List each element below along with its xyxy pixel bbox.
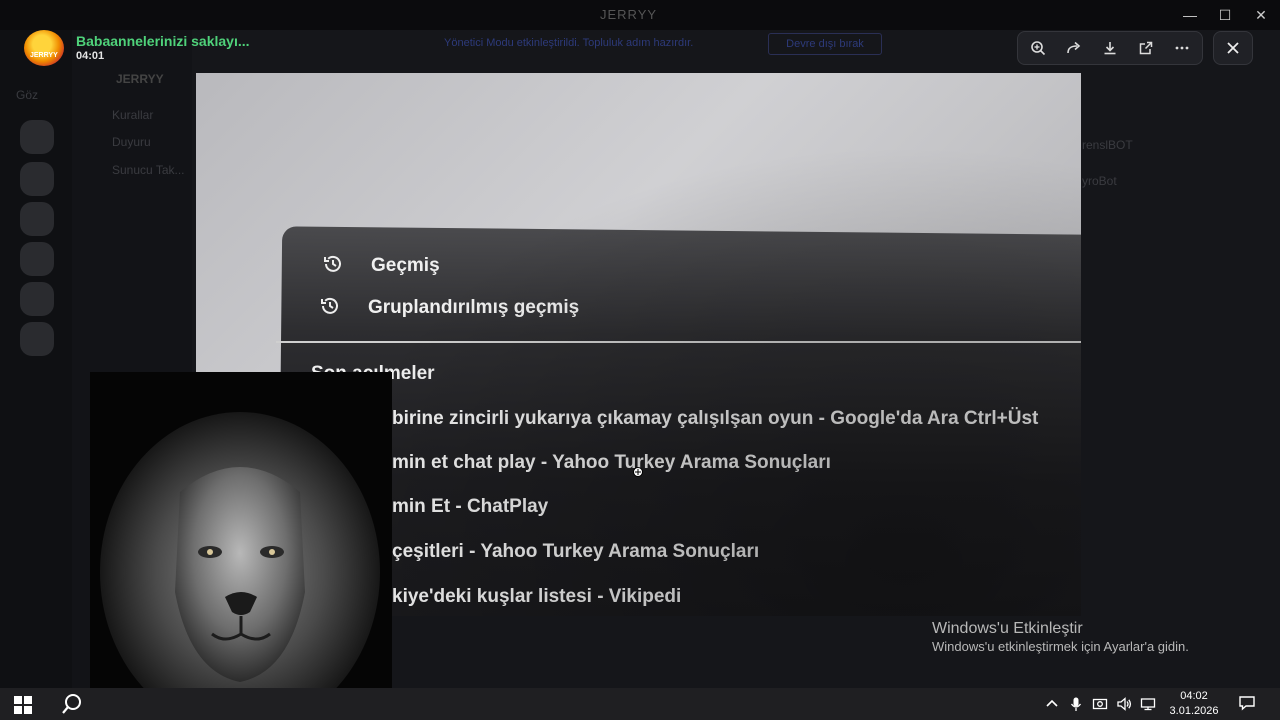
search-icon[interactable] <box>61 693 83 715</box>
channel-item[interactable]: Kurallar <box>112 108 153 122</box>
uploader-avatar[interactable] <box>24 30 64 66</box>
camera-icon[interactable] <box>1092 696 1108 712</box>
open-external-icon <box>1139 41 1153 55</box>
server-label: Göz <box>16 88 39 102</box>
window-close-button[interactable]: ✕ <box>1247 4 1275 26</box>
history-icon <box>324 255 341 272</box>
disable-button[interactable]: Devre dışı bırak <box>768 33 882 55</box>
recent-item: kiye'deki kuşlar listesi - Vikipedi <box>392 586 682 607</box>
menu-divider <box>276 341 1081 343</box>
history-icon <box>321 297 338 314</box>
zoom-icon <box>1031 41 1046 56</box>
recent-item: min et chat play - Yahoo Turkey Arama So… <box>392 452 831 473</box>
activation-title: Windows'u Etkinleştir <box>932 620 1083 637</box>
member-item[interactable]: yroBot <box>1082 174 1117 188</box>
admin-notice-text: Yönetici Modu etkinleştirildi. Topluluk … <box>444 37 694 49</box>
microphone-icon[interactable] <box>1068 696 1084 712</box>
member-item[interactable]: renslBOT <box>1082 138 1133 152</box>
open-external-button[interactable] <box>1128 32 1164 64</box>
server-icon[interactable] <box>20 242 54 276</box>
download-button[interactable] <box>1092 32 1128 64</box>
move-cursor-icon <box>633 467 643 477</box>
lion-illustration <box>100 412 380 720</box>
clock-time[interactable]: 04:02 <box>1172 690 1216 702</box>
server-icon[interactable] <box>20 202 54 236</box>
zoom-button[interactable] <box>1020 32 1056 64</box>
media-duration: 04:01 <box>76 50 105 62</box>
chevron-up-icon[interactable] <box>1044 696 1060 712</box>
channel-item[interactable]: Duyuru <box>112 135 151 149</box>
recent-item: çeşitleri - Yahoo Turkey Arama Sonuçları <box>392 541 760 562</box>
windows-start-icon[interactable] <box>14 696 32 714</box>
minimize-button[interactable]: — <box>1176 4 1204 26</box>
server-icon[interactable] <box>20 322 54 356</box>
forward-icon <box>1067 41 1081 54</box>
server-icon[interactable] <box>20 282 54 316</box>
menu-item-history: Geçmiş <box>371 255 440 276</box>
volume-icon[interactable] <box>1116 696 1132 712</box>
network-icon[interactable] <box>1140 696 1156 712</box>
forward-button[interactable] <box>1056 32 1092 64</box>
media-toolbar <box>1017 31 1203 65</box>
clock-date[interactable]: 3.01.2026 <box>1164 705 1224 717</box>
channel-item[interactable]: Sunucu Tak... <box>112 163 185 177</box>
window-title: JERRYY <box>600 7 658 22</box>
more-icon <box>1175 46 1189 50</box>
more-button[interactable] <box>1164 32 1200 64</box>
notification-icon[interactable] <box>1238 694 1256 712</box>
download-icon <box>1104 42 1116 55</box>
media-file-name: Babaannelerinizi saklayı... <box>76 33 250 49</box>
server-icon[interactable] <box>20 162 54 196</box>
activation-subtitle: Windows'u etkinleştirmek için Ayarlar'a … <box>932 639 1189 654</box>
close-icon <box>1227 42 1239 54</box>
maximize-button[interactable]: ☐ <box>1211 4 1239 26</box>
recent-item: birine zincirli yukarıya çıkamay çalışıl… <box>392 408 1039 429</box>
server-icon[interactable] <box>20 120 54 154</box>
menu-item-grouped-history: Gruplandırılmış geçmiş <box>368 297 580 318</box>
taskbar <box>0 688 1280 720</box>
viewer-close-button[interactable] <box>1213 31 1253 65</box>
server-name: JERRYY <box>116 72 164 86</box>
server-sidebar <box>0 30 72 688</box>
recent-item: min Et - ChatPlay <box>392 496 549 517</box>
avatar-badge: JERRYY <box>30 52 58 59</box>
lion-image <box>90 372 392 720</box>
